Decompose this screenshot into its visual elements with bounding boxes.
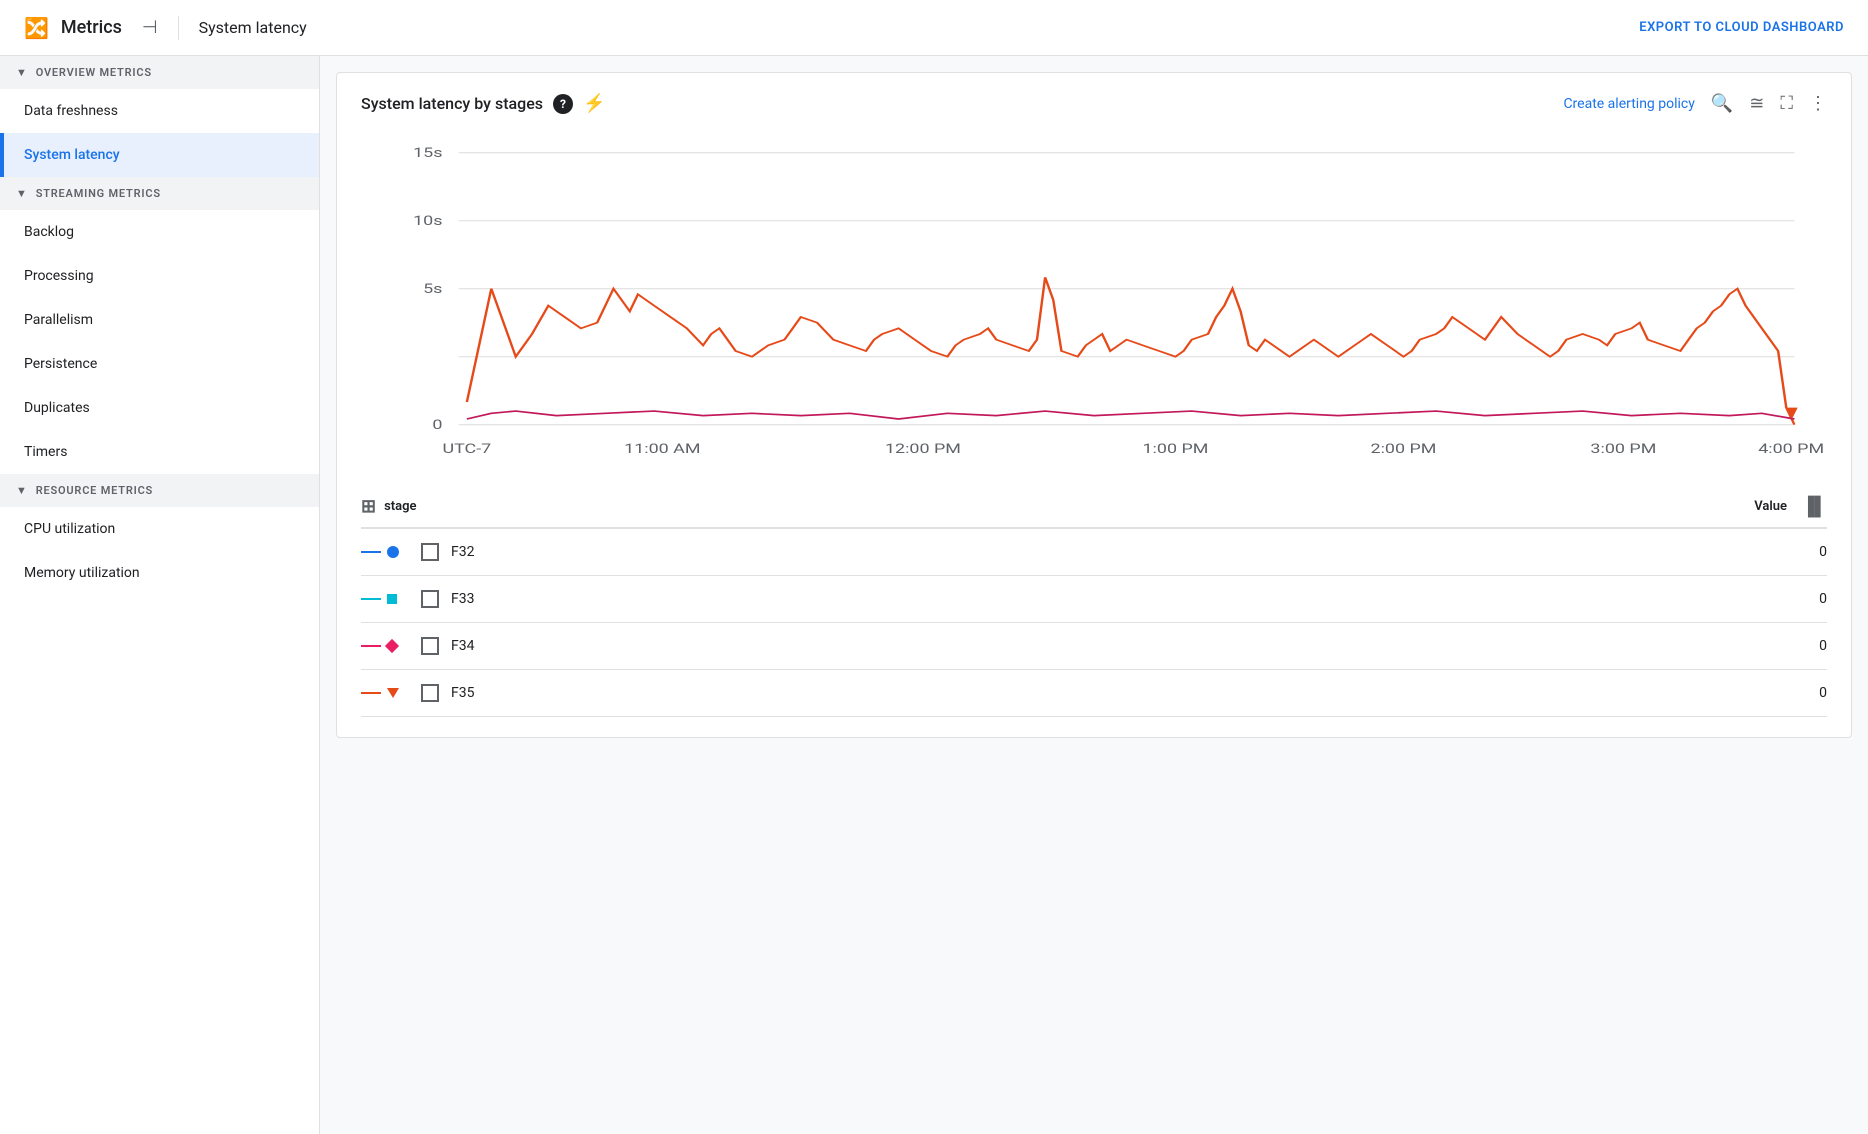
f35-indicator xyxy=(361,688,421,698)
export-button[interactable]: EXPORT TO CLOUD DASHBOARD xyxy=(1639,20,1844,35)
stage-column-header: ⊞ stage xyxy=(361,496,1707,517)
value-column-header: Value xyxy=(1707,499,1787,514)
f34-diamond xyxy=(385,639,399,653)
svg-text:1:00 PM: 1:00 PM xyxy=(1142,442,1208,457)
sidebar-item-memory-utilization[interactable]: Memory utilization xyxy=(0,551,319,595)
f32-name: F32 xyxy=(439,544,1747,560)
svg-text:12:00 PM: 12:00 PM xyxy=(885,442,961,457)
chart-area: 15s 10s 5s 0 UTC-7 11:00 AM 12:00 PM 1:0… xyxy=(361,130,1827,470)
anomaly-detection-icon[interactable]: ⚡ xyxy=(583,93,605,114)
overview-section-header[interactable]: ▼ OVERVIEW METRICS xyxy=(0,56,319,89)
stage-grid-icon: ⊞ xyxy=(361,496,376,517)
svg-text:2:00 PM: 2:00 PM xyxy=(1371,442,1437,457)
f32-line xyxy=(361,551,381,553)
app-icon: 🔀 xyxy=(24,16,49,40)
f35-line xyxy=(361,692,381,694)
chart-card: System latency by stages ? ⚡ Create aler… xyxy=(336,72,1852,738)
resource-section-label: RESOURCE METRICS xyxy=(36,484,153,497)
svg-text:0: 0 xyxy=(432,418,442,433)
svg-text:4:00 PM: 4:00 PM xyxy=(1758,442,1824,457)
divider xyxy=(178,16,179,40)
legend-icon[interactable]: ≅ xyxy=(1749,93,1764,114)
sidebar-item-backlog[interactable]: Backlog xyxy=(0,210,319,254)
f33-line xyxy=(361,598,381,600)
page-title: System latency xyxy=(199,18,307,37)
f34-indicator xyxy=(361,641,421,651)
sidebar-item-data-freshness[interactable]: Data freshness xyxy=(0,89,319,133)
chart-title: System latency by stages xyxy=(361,94,543,113)
legend-table-header: ⊞ stage Value ▐▌ xyxy=(361,486,1827,529)
chart-actions: Create alerting policy 🔍 ≅ ⛶ ⋮ xyxy=(1563,93,1827,114)
chart-header: System latency by stages ? ⚡ Create aler… xyxy=(361,93,1827,114)
sidebar-item-system-latency[interactable]: System latency xyxy=(0,133,319,177)
svg-text:3:00 PM: 3:00 PM xyxy=(1590,442,1656,457)
create-alert-button[interactable]: Create alerting policy xyxy=(1563,96,1694,112)
svg-text:11:00 AM: 11:00 AM xyxy=(624,442,700,457)
columns-icon: ▐▌ xyxy=(1801,496,1827,517)
f32-indicator xyxy=(361,546,421,558)
chart-title-group: System latency by stages ? ⚡ xyxy=(361,93,605,114)
resource-section-header[interactable]: ▼ RESOURCE METRICS xyxy=(0,474,319,507)
legend-row-f34: F34 0 xyxy=(361,623,1827,670)
chart-svg: 15s 10s 5s 0 UTC-7 11:00 AM 12:00 PM 1:0… xyxy=(361,130,1827,470)
streaming-section-label: STREAMING METRICS xyxy=(36,187,161,200)
f35-value: 0 xyxy=(1747,685,1827,701)
f34-checkbox[interactable] xyxy=(421,637,439,655)
f32-value: 0 xyxy=(1747,544,1827,560)
svg-text:5s: 5s xyxy=(423,282,442,297)
chevron-down-icon: ▼ xyxy=(16,66,28,79)
legend-row-f33: F33 0 xyxy=(361,576,1827,623)
f32-dot xyxy=(387,546,399,558)
f33-value: 0 xyxy=(1747,591,1827,607)
fullscreen-icon[interactable]: ⛶ xyxy=(1780,93,1793,114)
f33-name: F33 xyxy=(439,591,1747,607)
f33-checkbox[interactable] xyxy=(421,590,439,608)
search-icon[interactable]: 🔍 xyxy=(1711,93,1733,114)
overview-section-label: OVERVIEW METRICS xyxy=(36,66,152,79)
f33-indicator xyxy=(361,594,421,604)
sidebar-item-processing[interactable]: Processing xyxy=(0,254,319,298)
sidebar: ▼ OVERVIEW METRICS Data freshness System… xyxy=(0,56,320,1134)
collapse-sidebar-icon[interactable]: ⊣ xyxy=(142,17,158,38)
sidebar-item-duplicates[interactable]: Duplicates xyxy=(0,386,319,430)
app-title: Metrics xyxy=(61,17,122,38)
f35-name: F35 xyxy=(439,685,1747,701)
sidebar-item-cpu-utilization[interactable]: CPU utilization xyxy=(0,507,319,551)
svg-text:UTC-7: UTC-7 xyxy=(443,442,492,457)
f35-triangle xyxy=(387,688,399,698)
f33-square xyxy=(387,594,397,604)
stage-label: stage xyxy=(384,499,416,514)
legend-row-f35: F35 0 xyxy=(361,670,1827,717)
main-layout: ▼ OVERVIEW METRICS Data freshness System… xyxy=(0,56,1868,1134)
sidebar-item-persistence[interactable]: Persistence xyxy=(0,342,319,386)
more-options-icon[interactable]: ⋮ xyxy=(1809,93,1827,114)
top-bar: 🔀 Metrics ⊣ System latency EXPORT TO CLO… xyxy=(0,0,1868,56)
app-branding: 🔀 Metrics ⊣ System latency xyxy=(24,16,307,40)
help-icon[interactable]: ? xyxy=(553,94,573,114)
svg-text:15s: 15s xyxy=(413,146,442,161)
f34-value: 0 xyxy=(1747,638,1827,654)
columns-toggle[interactable]: ▐▌ xyxy=(1787,496,1827,517)
sidebar-item-timers[interactable]: Timers xyxy=(0,430,319,474)
f34-line xyxy=(361,645,381,647)
legend-row-f32: F32 0 xyxy=(361,529,1827,576)
streaming-section-header[interactable]: ▼ STREAMING METRICS xyxy=(0,177,319,210)
sidebar-item-parallelism[interactable]: Parallelism xyxy=(0,298,319,342)
f32-checkbox[interactable] xyxy=(421,543,439,561)
svg-text:10s: 10s xyxy=(413,214,442,229)
legend-table: ⊞ stage Value ▐▌ xyxy=(361,486,1827,717)
f35-checkbox[interactable] xyxy=(421,684,439,702)
chevron-down-icon-streaming: ▼ xyxy=(16,187,28,200)
content-area: System latency by stages ? ⚡ Create aler… xyxy=(320,56,1868,1134)
chevron-down-icon-resource: ▼ xyxy=(16,484,28,497)
f34-name: F34 xyxy=(439,638,1747,654)
